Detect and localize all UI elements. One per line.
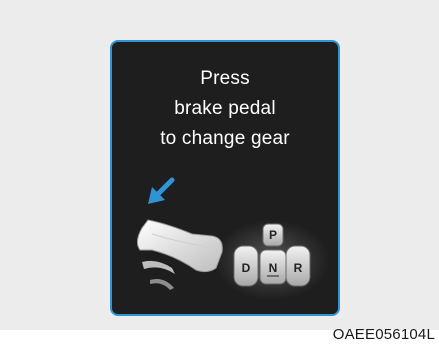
gear-selector-icon: D R P N bbox=[214, 220, 330, 300]
gear-button-drive: D bbox=[233, 245, 259, 287]
gear-label-park: P bbox=[269, 228, 277, 242]
cluster-display: Press brake pedal to change gear D R P N bbox=[110, 40, 340, 316]
gear-button-reverse: R bbox=[285, 245, 311, 287]
gear-label-neutral: N bbox=[269, 261, 278, 275]
gear-button-park: P bbox=[262, 223, 284, 247]
message-line-2: brake pedal bbox=[174, 98, 276, 119]
illustration: D R P N bbox=[136, 177, 330, 300]
message-line-3: to change gear bbox=[160, 128, 290, 149]
warning-message: Press brake pedal to change gear bbox=[112, 64, 338, 154]
gear-label-drive: D bbox=[242, 261, 251, 275]
gear-button-neutral: N bbox=[259, 249, 287, 285]
message-line-1: Press bbox=[200, 68, 250, 89]
arrow-icon bbox=[148, 177, 175, 204]
figure-code: OAEE056104L bbox=[332, 326, 435, 343]
brake-pedal-foot-icon bbox=[136, 219, 223, 290]
gear-label-reverse: R bbox=[294, 261, 303, 275]
